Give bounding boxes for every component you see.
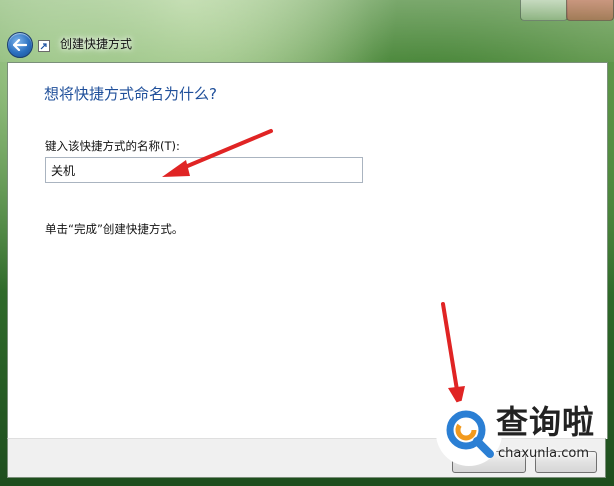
- name-field-label: 键入该快捷方式的名称(T):: [45, 139, 180, 153]
- watermark-url: chaxunla.com: [498, 446, 589, 461]
- close-button[interactable]: [566, 0, 614, 21]
- finish-hint-text: 单击“完成”创建快捷方式。: [45, 222, 184, 236]
- magnifier-logo-icon: [436, 400, 502, 466]
- window-title: 创建快捷方式: [60, 37, 133, 51]
- back-arrow-icon: [13, 39, 27, 51]
- title-bar: 创建快捷方式: [0, 0, 614, 62]
- shortcut-icon: [38, 40, 50, 52]
- watermark: 查询啦 chaxunla.com: [436, 400, 612, 472]
- watermark-brand: 查询啦: [496, 403, 596, 441]
- shortcut-name-input[interactable]: [45, 157, 363, 183]
- minimize-button[interactable]: [520, 0, 568, 21]
- wizard-content: 想将快捷方式命名为什么? 键入该快捷方式的名称(T): 单击“完成”创建快捷方式…: [7, 62, 608, 439]
- back-button[interactable]: [7, 32, 33, 58]
- page-heading: 想将快捷方式命名为什么?: [44, 85, 217, 103]
